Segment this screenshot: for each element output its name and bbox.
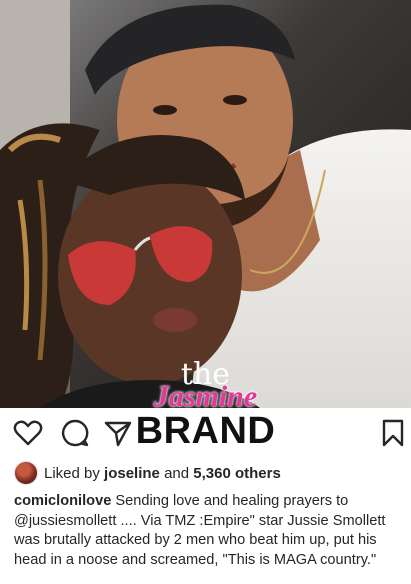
photo-illustration	[0, 0, 411, 408]
comment-bubble-icon[interactable]	[60, 418, 90, 448]
avatar[interactable]	[14, 461, 38, 485]
likes-conjunction: and	[164, 464, 190, 482]
post-photo[interactable]	[0, 0, 411, 408]
likes-summary[interactable]: Liked by joseline and 5,360 others	[14, 461, 281, 485]
bookmark-outline-icon[interactable]	[378, 418, 408, 448]
likes-count[interactable]: 5,360 others	[193, 465, 281, 482]
liked-by-user[interactable]: joseline	[104, 465, 160, 482]
post-caption: comiclonilove Sending love and healing p…	[14, 492, 402, 570]
likes-prefix: Liked by	[44, 464, 100, 482]
post-action-bar	[0, 418, 411, 450]
heart-outline-icon[interactable]	[13, 418, 43, 448]
caption-username[interactable]: comiclonilove	[14, 493, 111, 509]
paper-plane-icon[interactable]	[103, 418, 133, 448]
